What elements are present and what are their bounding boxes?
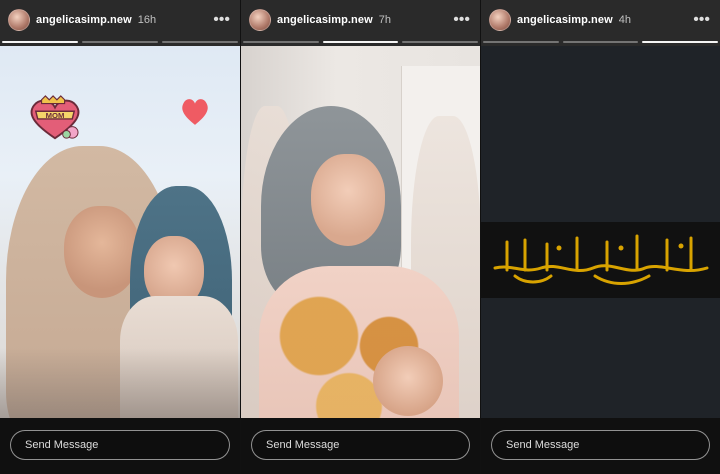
calligraphy-banner xyxy=(481,222,720,298)
progress-segment xyxy=(642,41,719,43)
story-user-row: angelicasimp.new 7h ••• xyxy=(249,6,472,34)
mom-sticker-text: MOM xyxy=(46,111,65,120)
send-message-input[interactable]: Send Message xyxy=(491,430,710,460)
post-time: 4h xyxy=(618,14,631,26)
progress-segment xyxy=(322,41,399,43)
message-bar: Send Message xyxy=(0,418,240,474)
stories-grid: angelicasimp.new 16h ••• MOM Send Messag… xyxy=(0,0,720,474)
story-header: angelicasimp.new 7h ••• xyxy=(241,0,480,46)
hand xyxy=(373,346,443,416)
message-bar: Send Message xyxy=(241,418,480,474)
avatar[interactable] xyxy=(489,9,511,31)
more-icon[interactable]: ••• xyxy=(451,12,472,28)
story-user-row: angelicasimp.new 16h ••• xyxy=(8,6,232,34)
woman-face xyxy=(311,154,385,246)
story-header: angelicasimp.new 4h ••• xyxy=(481,0,720,46)
more-icon[interactable]: ••• xyxy=(691,12,712,28)
post-time: 16h xyxy=(137,14,157,26)
photo-shade xyxy=(0,348,240,418)
progress-segment xyxy=(2,41,78,43)
username[interactable]: angelicasimp.new xyxy=(277,14,373,26)
more-icon[interactable]: ••• xyxy=(211,12,232,28)
progress-segment xyxy=(82,41,158,43)
mom-heart-sticker-icon: MOM xyxy=(30,95,80,140)
progress-segment xyxy=(483,41,559,43)
progress-segment xyxy=(162,41,238,43)
calligraphy-icon xyxy=(493,234,709,285)
progress-segment xyxy=(243,41,319,43)
avatar[interactable] xyxy=(8,9,30,31)
progress-segment xyxy=(562,41,639,43)
username[interactable]: angelicasimp.new xyxy=(36,14,132,26)
story-panel-3[interactable]: angelicasimp.new 4h ••• Send Message xyxy=(480,0,720,474)
story-media[interactable] xyxy=(241,46,480,418)
progress-segment xyxy=(402,41,479,43)
story-progress xyxy=(241,41,480,43)
avatar[interactable] xyxy=(249,9,271,31)
post-time: 7h xyxy=(378,14,391,26)
heart-icon xyxy=(182,99,208,125)
story-media[interactable] xyxy=(481,46,720,418)
story-panel-1[interactable]: angelicasimp.new 16h ••• MOM Send Messag… xyxy=(0,0,240,474)
story-progress xyxy=(0,41,240,43)
username[interactable]: angelicasimp.new xyxy=(517,14,613,26)
story-header: angelicasimp.new 16h ••• xyxy=(0,0,240,46)
story-panel-2[interactable]: angelicasimp.new 7h ••• Send Message xyxy=(240,0,480,474)
send-message-input[interactable]: Send Message xyxy=(251,430,470,460)
story-media[interactable]: MOM xyxy=(0,46,240,418)
message-bar: Send Message xyxy=(481,418,720,474)
send-message-input[interactable]: Send Message xyxy=(10,430,230,460)
story-progress xyxy=(481,41,720,43)
person-left-face xyxy=(64,206,140,298)
story-user-row: angelicasimp.new 4h ••• xyxy=(489,6,712,34)
